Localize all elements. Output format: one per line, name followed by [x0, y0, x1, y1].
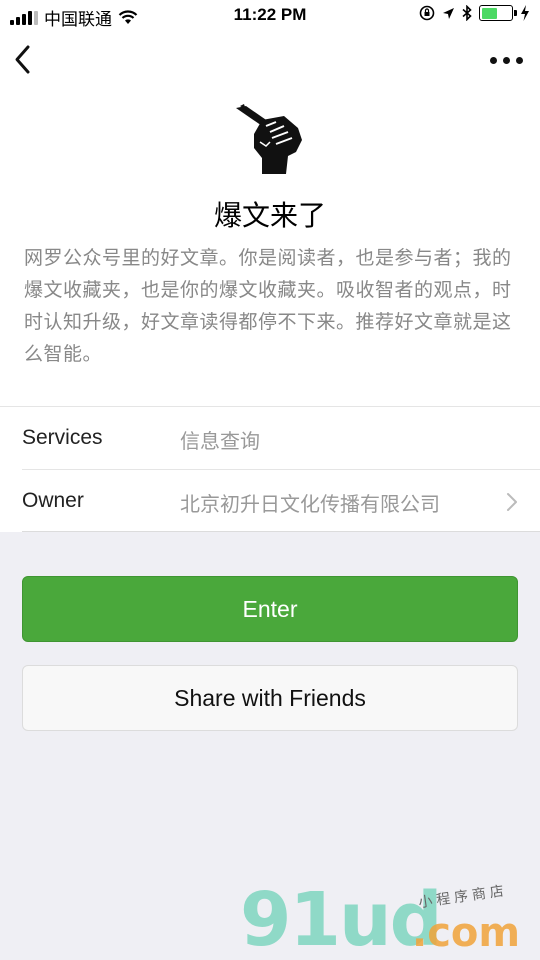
info-row-owner[interactable]: Owner 北京初升日文化传播有限公司 [22, 469, 540, 532]
more-dot [515, 56, 523, 64]
chevron-left-icon [15, 45, 30, 74]
fist-pen-icon [236, 104, 302, 174]
share-with-friends-button[interactable]: Share with Friends [22, 665, 518, 731]
more-dot [489, 56, 497, 64]
info-label: Services [22, 426, 103, 449]
watermark-logo: 91ud .com 小程序商店 [240, 880, 530, 960]
mini-program-profile: 爆文来了 网罗公众号里的好文章。你是阅读者，也是参与者；我的爆文收藏夹，也是你的… [0, 30, 540, 532]
watermark-domain: .com [412, 910, 521, 956]
status-bar: 中国联通 11:22 PM [0, 0, 540, 30]
back-button[interactable] [10, 42, 40, 78]
app-name: 爆文来了 [213, 199, 326, 232]
more-dot [502, 56, 510, 64]
orientation-lock-icon [419, 5, 435, 21]
bluetooth-icon [462, 5, 472, 21]
battery-fill [481, 7, 498, 19]
enter-button[interactable]: Enter [22, 576, 518, 642]
watermark-main: 91ud [240, 877, 443, 960]
status-right [419, 5, 530, 21]
battery-icon [479, 5, 517, 21]
more-button[interactable] [486, 48, 526, 72]
chevron-right-icon [507, 493, 517, 511]
info-value: 信息查询 [180, 429, 260, 453]
app-description: 网罗公众号里的好文章。你是阅读者，也是参与者；我的爆文收藏夹，也是你的爆文收藏夹… [24, 247, 512, 365]
info-value: 北京初升日文化传播有限公司 [180, 492, 440, 516]
info-row-services: Services 信息查询 [0, 406, 540, 469]
location-icon [443, 7, 454, 19]
charging-icon [521, 5, 529, 21]
info-label: Owner [22, 489, 84, 512]
info-list: Services 信息查询 Owner 北京初升日文化传播有限公司 [0, 406, 540, 532]
